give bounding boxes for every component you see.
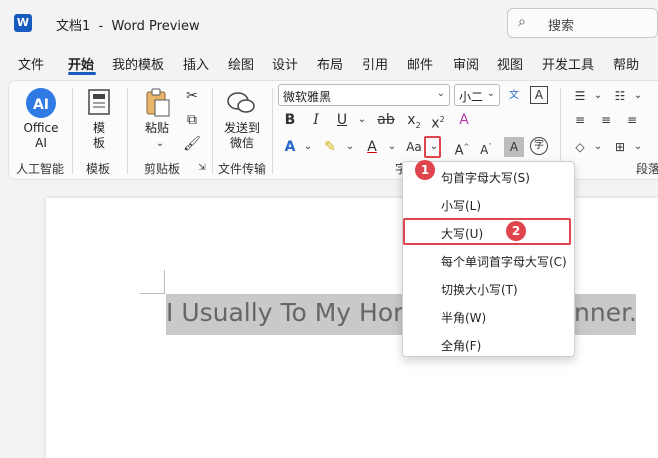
search-placeholder: 搜索 bbox=[548, 19, 575, 34]
font-size-select[interactable]: 小二 ⌄ bbox=[454, 84, 500, 106]
tab-review[interactable]: 审阅 bbox=[453, 54, 479, 73]
align-left-icon[interactable]: ≡ bbox=[570, 110, 590, 130]
separator bbox=[127, 88, 128, 174]
superscript-icon[interactable]: x2 bbox=[428, 110, 448, 132]
active-tab-indicator bbox=[68, 72, 96, 75]
chevron-down-icon[interactable]: ⌄ bbox=[352, 110, 372, 130]
borders-icon[interactable]: ⊞ bbox=[610, 137, 630, 157]
svg-text:AI: AI bbox=[33, 97, 49, 113]
font-name-select[interactable]: 微软雅黑 ⌄ bbox=[278, 84, 450, 106]
subscript-icon[interactable]: x2 bbox=[404, 110, 424, 130]
document-text-tail[interactable]: nner. bbox=[574, 298, 637, 327]
chevron-down-icon[interactable]: ⌄ bbox=[628, 137, 648, 157]
send-to-wechat-button-label[interactable]: 发送到微信 bbox=[222, 121, 262, 151]
chevron-down-icon[interactable]: ⌄ bbox=[628, 86, 648, 106]
font-size-value: 小二 bbox=[459, 90, 484, 104]
tab-help[interactable]: 帮助 bbox=[613, 54, 639, 73]
bullets-icon[interactable]: ☰ bbox=[570, 86, 590, 106]
character-shading-icon[interactable]: A bbox=[504, 137, 524, 157]
tab-my-templates[interactable]: 我的模板 bbox=[112, 54, 164, 73]
chevron-down-icon[interactable]: ⌄ bbox=[382, 137, 402, 157]
chevron-down-icon: ⌄ bbox=[436, 88, 445, 99]
word-logo-icon: W bbox=[14, 14, 32, 32]
paste-icon[interactable] bbox=[144, 88, 172, 118]
underline-icon[interactable]: U bbox=[332, 110, 352, 130]
chevron-down-icon[interactable]: ⌄ bbox=[588, 86, 608, 106]
office-ai-icon[interactable]: AI bbox=[24, 86, 58, 120]
margin-corner-mark bbox=[164, 270, 165, 294]
search-box[interactable]: ⌕ 搜索 bbox=[507, 8, 658, 38]
separator bbox=[212, 88, 213, 174]
chevron-down-icon[interactable]: ⌄ bbox=[588, 137, 608, 157]
wechat-icon[interactable] bbox=[226, 90, 256, 116]
italic-icon[interactable]: I bbox=[306, 110, 326, 130]
tab-developer[interactable]: 开发工具 bbox=[542, 54, 594, 73]
change-case-menu: 句首字母大写(S) 小写(L) 大写(U) 每个单词首字母大写(C) 切换大小写… bbox=[402, 161, 575, 357]
clear-formatting-icon[interactable]: A bbox=[454, 110, 474, 130]
tab-design[interactable]: 设计 bbox=[272, 54, 298, 73]
search-icon: ⌕ bbox=[518, 14, 526, 30]
step-badge-2: 2 bbox=[506, 221, 526, 241]
menu-item-toggle-case[interactable]: 切换大小写(T) bbox=[441, 281, 518, 298]
bold-icon[interactable]: B bbox=[280, 110, 300, 130]
font-color-icon[interactable]: A bbox=[362, 137, 382, 157]
chevron-down-icon[interactable]: ⌄ bbox=[150, 134, 170, 154]
separator bbox=[72, 88, 73, 174]
align-center-icon[interactable]: ≡ bbox=[596, 110, 616, 130]
window-title: 文档1 - Word Preview bbox=[56, 19, 200, 34]
tab-mailings[interactable]: 邮件 bbox=[407, 54, 433, 73]
numbering-icon[interactable]: ☷ bbox=[610, 86, 630, 106]
margin-corner-mark bbox=[140, 293, 164, 294]
phonetic-guide-icon[interactable]: 文 bbox=[504, 86, 524, 106]
tab-home[interactable]: 开始 bbox=[68, 54, 94, 73]
grow-font-icon[interactable]: A^ bbox=[452, 137, 472, 158]
menu-item-sentence-case[interactable]: 句首字母大写(S) bbox=[441, 169, 530, 186]
format-painter-icon[interactable]: 🖌 bbox=[182, 134, 202, 154]
step-badge-1: 1 bbox=[415, 160, 435, 180]
copy-icon[interactable]: ⧉ bbox=[182, 110, 202, 130]
office-ai-button-label[interactable]: Office AI bbox=[20, 121, 62, 151]
menu-item-lowercase[interactable]: 小写(L) bbox=[441, 197, 481, 214]
document-text[interactable]: I Usually To My Hom bbox=[166, 298, 417, 327]
change-case-button[interactable]: Aa bbox=[404, 137, 424, 157]
strikethrough-icon[interactable]: ab bbox=[376, 110, 396, 130]
chevron-down-icon[interactable]: ⌄ bbox=[298, 137, 318, 157]
dialog-launcher-icon[interactable]: ⇲ bbox=[196, 162, 208, 174]
tab-view[interactable]: 视图 bbox=[497, 54, 523, 73]
menu-item-half-width[interactable]: 半角(W) bbox=[441, 309, 486, 326]
font-name-value: 微软雅黑 bbox=[283, 90, 332, 104]
chevron-down-icon: ⌄ bbox=[486, 88, 495, 99]
align-right-icon[interactable]: ≡ bbox=[622, 110, 642, 130]
menu-item-full-width[interactable]: 全角(F) bbox=[441, 337, 481, 354]
text-effects-icon[interactable]: A bbox=[280, 137, 300, 157]
highlight-icon[interactable]: ✎ bbox=[320, 137, 340, 157]
menu-item-capitalize-each-word[interactable]: 每个单词首字母大写(C) bbox=[441, 253, 567, 270]
tab-insert[interactable]: 插入 bbox=[183, 54, 209, 73]
enclose-characters-icon[interactable]: 字 bbox=[530, 137, 548, 155]
tab-layout[interactable]: 布局 bbox=[317, 54, 343, 73]
cut-icon[interactable]: ✂ bbox=[182, 86, 202, 106]
dropdown-callout-box bbox=[424, 136, 441, 158]
separator bbox=[272, 88, 273, 174]
tab-references[interactable]: 引用 bbox=[362, 54, 388, 73]
uppercase-callout-box bbox=[403, 218, 571, 245]
ribbon-tabs: 文件 开始 我的模板 插入 绘图 设计 布局 引用 邮件 审阅 视图 开发工具 … bbox=[0, 50, 658, 76]
template-icon[interactable] bbox=[86, 88, 112, 116]
shading-icon[interactable]: ◇ bbox=[570, 137, 590, 157]
template-button-label[interactable]: 模板 bbox=[88, 121, 110, 151]
tab-draw[interactable]: 绘图 bbox=[228, 54, 254, 73]
chevron-down-icon[interactable]: ⌄ bbox=[340, 137, 360, 157]
character-border-icon[interactable]: A bbox=[530, 86, 548, 104]
tab-file[interactable]: 文件 bbox=[18, 54, 44, 73]
shrink-font-icon[interactable]: Aˇ bbox=[476, 137, 496, 157]
